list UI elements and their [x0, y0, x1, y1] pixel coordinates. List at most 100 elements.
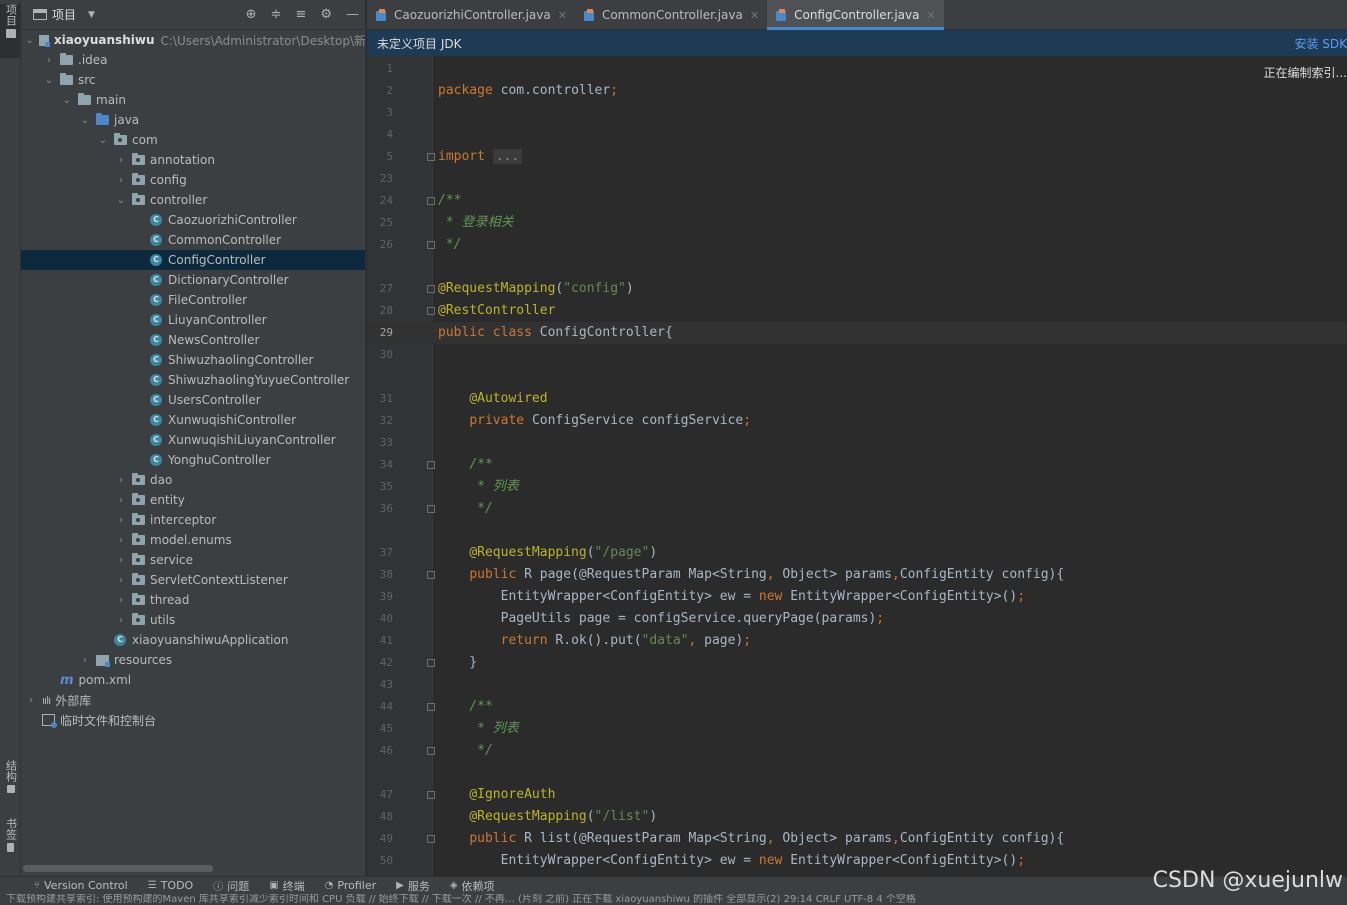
tree-item[interactable]: C FileController [21, 290, 365, 310]
tree-item[interactable]: C ShiwuzhaolingYuyueController [21, 370, 365, 390]
chevron-right-icon[interactable]: › [115, 555, 127, 566]
fold-marker-icon[interactable] [427, 835, 435, 843]
bottom-tool-终端[interactable]: ▣ 终端 [269, 878, 304, 894]
fold-marker-icon[interactable] [427, 791, 435, 799]
chevron-right-icon[interactable]: › [43, 55, 55, 66]
chevron-right-icon[interactable]: › [115, 175, 127, 186]
tree-item[interactable]: C CaozuorizhiController [21, 210, 365, 230]
chevron-right-icon[interactable]: › [79, 655, 91, 666]
tree-item[interactable]: C UsersController [21, 390, 365, 410]
tab-config-controller[interactable]: ConfigController.java ✕ [767, 0, 944, 30]
code-line[interactable]: 4 [367, 124, 1347, 146]
code-line[interactable]: 47 @IgnoreAuth [367, 784, 1347, 806]
code-editor[interactable]: 1 2 package com.controller; 3 4 5 import ... 23… [367, 56, 1347, 876]
close-icon[interactable]: ✕ [926, 9, 935, 22]
tab-caozuorizhi-controller[interactable]: CaozuorizhiController.java ✕ [367, 0, 575, 30]
tree-item[interactable]: › service [21, 550, 365, 570]
code-line[interactable] [367, 762, 1347, 784]
chevron-right-icon[interactable]: › [115, 155, 127, 166]
chevron-down-icon[interactable]: ⌄ [61, 95, 73, 106]
tree-item[interactable]: C CommonController [21, 230, 365, 250]
tree-item[interactable]: ⌄ java [21, 110, 365, 130]
fold-marker-icon[interactable] [427, 241, 435, 249]
bottom-tool-version-control[interactable]: ⑂ Version Control [34, 879, 128, 892]
bottom-tool-todo[interactable]: ☰ TODO [148, 879, 193, 892]
code-line[interactable] [367, 256, 1347, 278]
code-line[interactable]: 38 public R page(@RequestParam Map<Strin… [367, 564, 1347, 586]
tree-item[interactable]: 临时文件和控制台 [21, 710, 365, 730]
chevron-right-icon[interactable]: › [115, 535, 127, 546]
tree-item[interactable]: C LiuyanController [21, 310, 365, 330]
code-line[interactable]: 24 /** [367, 190, 1347, 212]
code-line[interactable]: 3 [367, 102, 1347, 124]
tree-item[interactable]: C NewsController [21, 330, 365, 350]
tree-item[interactable]: › ıılı 外部库 [21, 690, 365, 710]
tree-item[interactable]: › interceptor [21, 510, 365, 530]
chevron-right-icon[interactable]: › [25, 695, 37, 706]
tree-item[interactable]: › .idea [21, 50, 365, 70]
tree-item[interactable]: m pom.xml [21, 670, 365, 690]
code-line[interactable]: 25 * 登录相关 [367, 212, 1347, 234]
chevron-down-icon[interactable]: ▼ [88, 10, 95, 20]
code-line[interactable]: 32 private ConfigService configService; [367, 410, 1347, 432]
close-icon[interactable]: ✕ [558, 9, 567, 22]
tree-item[interactable]: › model.enums [21, 530, 365, 550]
fold-marker-icon[interactable] [427, 285, 435, 293]
tree-item[interactable]: › resources [21, 650, 365, 670]
tree-item[interactable]: › ServletContextListener [21, 570, 365, 590]
code-line[interactable]: 31 @Autowired [367, 388, 1347, 410]
tree-item[interactable]: C XunwuqishiLiuyanController [21, 430, 365, 450]
code-line[interactable]: 37 @RequestMapping("/page") [367, 542, 1347, 564]
chevron-down-icon[interactable]: ⌄ [97, 135, 109, 146]
expand-all-icon[interactable]: ≑ [271, 7, 282, 22]
chevron-right-icon[interactable]: › [115, 615, 127, 626]
structure-tool-button[interactable]: 结构 [0, 760, 21, 808]
code-line[interactable]: 33 [367, 432, 1347, 454]
chevron-down-icon[interactable]: ⌄ [25, 35, 34, 46]
chevron-down-icon[interactable]: ⌄ [79, 115, 91, 126]
fold-marker-icon[interactable] [427, 747, 435, 755]
bookmarks-tool-button[interactable]: 书签 [0, 818, 21, 866]
fold-marker-icon[interactable] [427, 461, 435, 469]
code-line[interactable]: 34 /** [367, 454, 1347, 476]
bottom-tool-profiler[interactable]: ◔ Profiler [325, 879, 376, 892]
tree-item[interactable]: C DictionaryController [21, 270, 365, 290]
tree-item[interactable]: › config [21, 170, 365, 190]
bottom-tool-问题[interactable]: ⓘ 问题 [213, 878, 249, 894]
tree-item[interactable]: C XunwuqishiController [21, 410, 365, 430]
fold-marker-icon[interactable] [427, 153, 435, 161]
chevron-right-icon[interactable]: › [115, 495, 127, 506]
chevron-right-icon[interactable]: › [115, 475, 127, 486]
code-line[interactable] [367, 520, 1347, 542]
close-icon[interactable]: ✕ [750, 9, 759, 22]
code-line[interactable]: 35 * 列表 [367, 476, 1347, 498]
fold-marker-icon[interactable] [427, 505, 435, 513]
tree-item[interactable]: CxiaoyuanshiwuApplication [21, 630, 365, 650]
tree-item[interactable]: › annotation [21, 150, 365, 170]
tree-item[interactable]: C ConfigController [21, 250, 365, 270]
chevron-down-icon[interactable]: ⌄ [115, 195, 127, 206]
code-line[interactable]: 28 @RestController [367, 300, 1347, 322]
tree-item[interactable]: C ShiwuzhaolingController [21, 350, 365, 370]
code-line[interactable]: 42 } [367, 652, 1347, 674]
tree-item[interactable]: ⌄ src [21, 70, 365, 90]
fold-marker-icon[interactable] [427, 197, 435, 205]
code-line[interactable]: 30 [367, 344, 1347, 366]
install-sdk-link[interactable]: 安装 SDK [1294, 35, 1347, 52]
tree-item[interactable]: C YonghuController [21, 450, 365, 470]
code-line[interactable]: 1 [367, 58, 1347, 80]
bottom-tool-服务[interactable]: ▶ 服务 [396, 878, 430, 894]
tree-item[interactable]: ⌄ controller [21, 190, 365, 210]
code-line[interactable]: 23 [367, 168, 1347, 190]
tab-common-controller[interactable]: CommonController.java ✕ [575, 0, 767, 30]
code-line[interactable]: 29 public class ConfigController{ [367, 322, 1347, 344]
code-line[interactable]: 27 @RequestMapping("config") [367, 278, 1347, 300]
code-line[interactable]: 48 @RequestMapping("/list") [367, 806, 1347, 828]
hide-panel-icon[interactable]: — [346, 7, 359, 22]
code-line[interactable]: 46 */ [367, 740, 1347, 762]
fold-marker-icon[interactable] [427, 659, 435, 667]
code-line[interactable]: 36 */ [367, 498, 1347, 520]
tree-item[interactable]: › utils [21, 610, 365, 630]
code-line[interactable]: 44 /** [367, 696, 1347, 718]
collapse-all-icon[interactable]: ≡ [295, 7, 306, 22]
